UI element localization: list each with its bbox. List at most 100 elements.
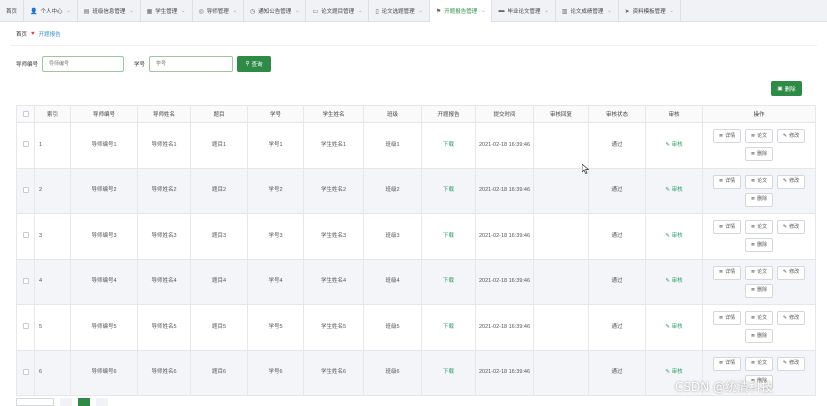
column-header: 导师姓名 <box>137 105 191 123</box>
download-link[interactable]: 下载 <box>443 142 454 148</box>
nav-item-4[interactable]: ◎ 导师管理 ⌄ <box>193 0 244 22</box>
prev-page-button[interactable] <box>60 398 72 406</box>
nav-item-11[interactable]: ➤ 资料模板管理 ⌄ <box>619 0 681 22</box>
paper-button[interactable]: ≣ 论文 <box>745 129 773 144</box>
detail-button[interactable]: ≣ 详情 <box>713 311 741 326</box>
cell-cls: 班级6 <box>363 349 422 396</box>
table-row: 4 导师编号4 导师姓名4 题目4 学号4 学生姓名4 班级4 下载 2021-02-18 16… <box>16 258 816 305</box>
paper-button[interactable]: ≣ 论文 <box>745 356 773 371</box>
chevron-down-icon: ⌄ <box>358 8 363 14</box>
cell-time: 2021-02-18 16:39:46 <box>475 167 534 214</box>
trash-icon: ≣ <box>750 196 756 203</box>
chevron-down-icon: ⌄ <box>418 8 423 14</box>
nav-item-10[interactable]: ▥ 论文成绩管理 ⌄ <box>556 0 619 22</box>
cell-actions: ≣ 详情 ≣ 论文 ✎ 修改 ≣ 删除 <box>702 167 816 214</box>
detail-button[interactable]: ≣ 详情 <box>713 220 741 235</box>
cell-status: 通过 <box>588 122 646 169</box>
download-link[interactable]: 下载 <box>443 187 454 193</box>
row-checkbox[interactable] <box>16 122 35 169</box>
audit-link[interactable]: ✎ 审核 <box>665 324 682 330</box>
cell-reply <box>533 258 589 305</box>
edit-button-label: 修改 <box>789 223 800 230</box>
report-icon: ⚑ <box>435 8 442 15</box>
delete-button[interactable]: ≣ 删除 <box>745 147 773 162</box>
cell-status: 通过 <box>588 213 646 260</box>
nav-item-7[interactable]: ▯ 论文选题管理 ⌄ <box>369 0 430 22</box>
cell-reply <box>533 122 589 169</box>
select-all-checkbox[interactable] <box>16 105 35 123</box>
paper-button[interactable]: ≣ 论文 <box>745 265 773 280</box>
edit-button[interactable]: ✎ 修改 <box>777 174 805 189</box>
breadcrumb-home[interactable]: 首页 <box>16 30 27 38</box>
nav-item-0[interactable]: 首页 <box>0 0 25 22</box>
detail-button-label: 详情 <box>725 132 736 139</box>
student-no-input[interactable] <box>149 56 234 72</box>
detail-button[interactable]: ≣ 详情 <box>713 356 741 371</box>
delete-button[interactable]: ≣ 删除 <box>745 283 773 298</box>
download-link[interactable]: 下载 <box>443 369 454 375</box>
nav-item-5[interactable]: ◷ 通知公告管理 ⌄ <box>244 0 307 22</box>
edit-button[interactable]: ✎ 修改 <box>777 265 805 280</box>
download-link[interactable]: 下载 <box>443 278 454 284</box>
edit-button[interactable]: ✎ 修改 <box>777 220 805 235</box>
detail-button-label: 详情 <box>725 269 736 276</box>
audit-link[interactable]: ✎ 审核 <box>665 369 682 375</box>
next-page-button[interactable] <box>96 398 108 406</box>
audit-link[interactable]: ✎ 审核 <box>665 233 682 239</box>
cell-idx: 2 <box>34 167 71 214</box>
breadcrumb-current: 开题报告 <box>38 32 61 38</box>
heart-icon: ♥ <box>31 31 35 37</box>
cell-sname: 学生姓名2 <box>303 167 364 214</box>
audit-label: 审核 <box>671 187 683 194</box>
nav-item-3[interactable]: ▦ 学生管理 ⌄ <box>141 0 193 22</box>
cell-sno: 学号5 <box>247 304 304 351</box>
delete-button[interactable]: ≣ 删除 <box>745 238 773 253</box>
edit-button[interactable]: ✎ 修改 <box>777 356 805 371</box>
nav-item-label: 学生管理 <box>155 9 178 15</box>
delete-button[interactable]: ≣ 删除 <box>745 329 773 344</box>
delete-button-label: 删除 <box>757 196 768 203</box>
nav-item-8[interactable]: ⚑ 开题报告管理 ⌄ <box>429 0 493 22</box>
paper-button[interactable]: ≣ 论文 <box>745 220 773 235</box>
page-1-button[interactable] <box>78 398 90 406</box>
cell-report: 下载 <box>421 258 476 305</box>
download-link[interactable]: 下载 <box>443 324 454 330</box>
detail-button[interactable]: ≣ 详情 <box>713 129 741 144</box>
list-icon: ≣ <box>718 269 724 276</box>
cell-reply <box>533 304 589 351</box>
nav-item-9[interactable]: ▬ 毕业论文管理 ⌄ <box>492 0 556 22</box>
row-checkbox[interactable] <box>16 349 35 396</box>
list-icon: ≣ <box>718 132 724 139</box>
detail-button[interactable]: ≣ 详情 <box>713 265 741 280</box>
detail-button[interactable]: ≣ 详情 <box>713 174 741 189</box>
page-size-select[interactable] <box>16 398 54 406</box>
teacher-no-input[interactable] <box>42 56 125 72</box>
batch-delete-button[interactable]: ▣ 删除 <box>771 81 802 96</box>
row-checkbox[interactable] <box>16 213 35 260</box>
row-checkbox[interactable] <box>16 304 35 351</box>
audit-link[interactable]: ✎ 审核 <box>665 142 682 148</box>
row-checkbox[interactable] <box>16 167 35 214</box>
nav-item-1[interactable]: 👤 个人中心 ⌄ <box>24 0 78 22</box>
paper-button-label: 论文 <box>757 269 768 276</box>
cell-title: 题目3 <box>190 213 248 260</box>
cell-idx: 1 <box>34 122 71 169</box>
nav-item-6[interactable]: ▭ 论文题目管理 ⌄ <box>306 0 370 22</box>
document-icon: ≣ <box>750 360 756 367</box>
nav-item-label: 资料模板管理 <box>632 9 666 15</box>
delete-button[interactable]: ≣ 删除 <box>745 192 773 207</box>
paper-button[interactable]: ≣ 论文 <box>745 311 773 326</box>
chevron-down-icon: ⌄ <box>181 8 186 14</box>
row-checkbox[interactable] <box>16 258 35 305</box>
batch-delete-label: 删除 <box>784 86 796 93</box>
audit-link[interactable]: ✎ 审核 <box>665 187 682 193</box>
edit-button[interactable]: ✎ 修改 <box>777 129 805 144</box>
cell-status: 通过 <box>588 258 646 305</box>
audit-link[interactable]: ✎ 审核 <box>665 278 682 284</box>
column-header: 学号 <box>247 105 304 123</box>
query-button[interactable]: ⚲ 查询 <box>237 56 272 72</box>
edit-button[interactable]: ✎ 修改 <box>777 311 805 326</box>
nav-item-2[interactable]: ▤ 班级信息管理 ⌄ <box>78 0 141 22</box>
paper-button[interactable]: ≣ 论文 <box>745 174 773 189</box>
download-link[interactable]: 下载 <box>443 233 454 239</box>
